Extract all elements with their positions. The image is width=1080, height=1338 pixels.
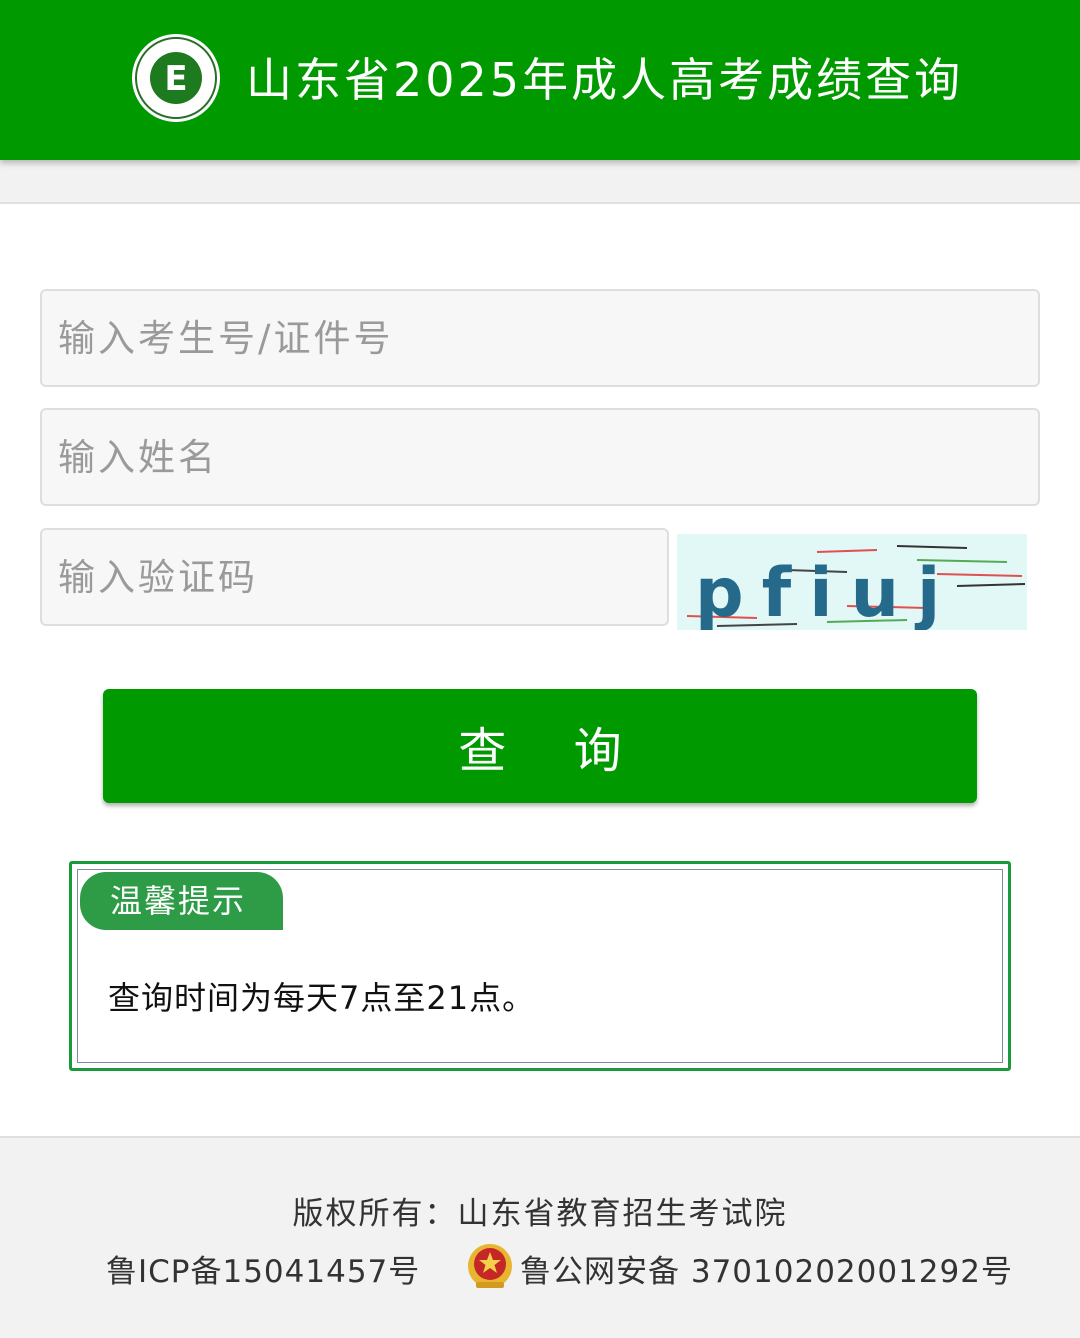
footer-icp-link[interactable]: 鲁ICP备15041457号 [106,1246,420,1291]
notice-text: 查询时间为每天7点至21点。 [108,979,536,1017]
footer-police-record-link[interactable]: 鲁公网安备 37010202001292号 [520,1246,1013,1291]
svg-text:E: E [164,59,187,99]
notice-tag: 温馨提示 [80,872,283,930]
header-bar: E 山东省2025年成人高考成绩查询 [0,0,1080,160]
captcha-input[interactable] [42,530,667,624]
police-badge-icon [468,1244,512,1288]
page-title: 山东省2025年成人高考成绩查询 [246,53,964,107]
candidate-id-input[interactable] [42,291,1038,385]
captcha-field-wrapper [40,528,669,626]
query-panel: pfiuj 查 询 温馨提示 查询时间为每天7点至21点。 [0,202,1080,1138]
footer-copyright: 版权所有：山东省教育招生考试院 [292,1196,788,1232]
captcha-image[interactable]: pfiuj [677,534,1027,630]
captcha-text: pfiuj [695,554,958,630]
name-field-wrapper [40,408,1040,506]
exam-authority-logo-icon: E [132,34,220,122]
name-input[interactable] [42,410,1038,504]
query-button[interactable]: 查 询 [103,689,977,803]
notice-box: 温馨提示 查询时间为每天7点至21点。 [69,861,1011,1071]
candidate-id-field-wrapper [40,289,1040,387]
